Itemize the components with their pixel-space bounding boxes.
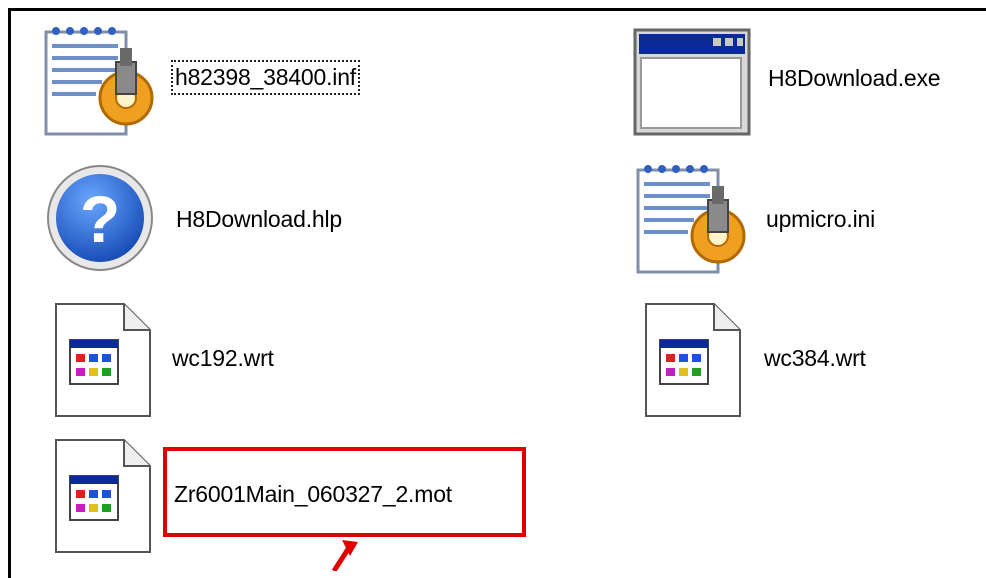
document-file-icon bbox=[55, 439, 151, 553]
svg-text:?: ? bbox=[80, 182, 120, 256]
red-arrow-icon bbox=[331, 540, 358, 571]
file-label-inf[interactable]: h82398_38400.inf bbox=[171, 60, 360, 95]
file-label-wc384[interactable]: wc384.wrt bbox=[764, 345, 866, 372]
file-label-exe[interactable]: H8Download.exe bbox=[768, 65, 941, 92]
help-icon: ? bbox=[47, 165, 153, 271]
settings-file-icon bbox=[636, 165, 746, 274]
highlight-box bbox=[163, 447, 526, 537]
file-label-wc192[interactable]: wc192.wrt bbox=[172, 345, 274, 372]
setup-info-icon bbox=[44, 27, 154, 136]
file-label-hlp[interactable]: H8Download.hlp bbox=[176, 206, 342, 233]
document-file-icon bbox=[645, 303, 741, 417]
application-window-icon bbox=[633, 28, 751, 136]
file-label-ini[interactable]: upmicro.ini bbox=[766, 206, 875, 233]
document-file-icon bbox=[55, 303, 151, 417]
